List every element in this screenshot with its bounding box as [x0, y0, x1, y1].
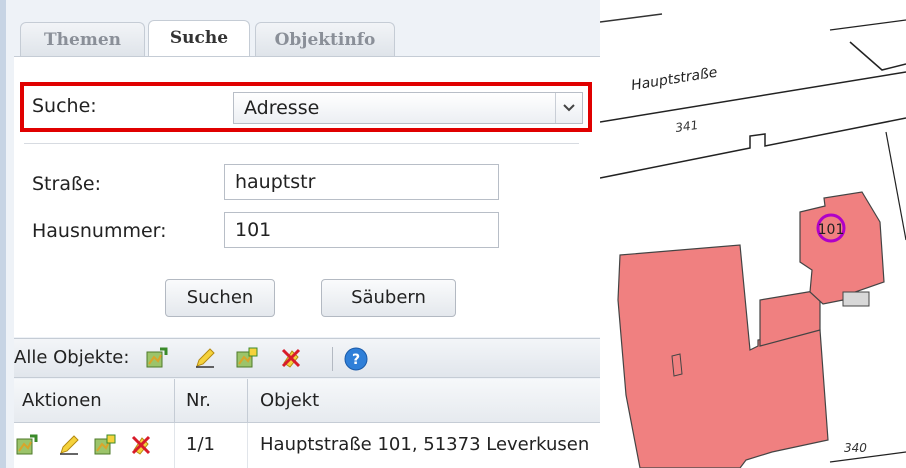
column-divider: [174, 379, 175, 423]
parcel-line: [600, 13, 663, 23]
search-type-select[interactable]: Adresse: [233, 92, 583, 124]
tab-themen[interactable]: Themen: [20, 22, 145, 56]
column-header-nr[interactable]: Nr.: [186, 390, 211, 411]
svg-text:?: ?: [352, 352, 360, 368]
search-type-label: Suche:: [32, 95, 97, 117]
parcel-line: [849, 41, 906, 71]
parcel-number-label: 341: [674, 118, 699, 135]
edit-pencil-icon[interactable]: [194, 347, 216, 369]
building[interactable]: [617, 244, 829, 468]
parcel-line: [829, 19, 906, 31]
search-form: Suche: Adresse Straße: hauptstr Hausnumm…: [14, 56, 600, 337]
objects-toolbar: Alle Objekte: ?: [14, 338, 600, 378]
zoom-to-map-icon[interactable]: [146, 347, 168, 369]
housenumber-label: Hausnummer:: [32, 220, 167, 242]
parcel-number-label: 340: [844, 441, 867, 455]
tab-suche[interactable]: Suche: [148, 20, 250, 57]
street-input[interactable]: hauptstr: [224, 164, 499, 200]
housenumber-input[interactable]: 101: [224, 212, 499, 248]
column-header-aktionen[interactable]: Aktionen: [22, 390, 102, 411]
search-panel: Themen Suche Objektinfo Suche: Adresse S…: [0, 0, 600, 468]
table-row[interactable]: 1/1 Hauptstraße 101, 51373 Leverkusen: [14, 423, 600, 468]
chevron-down-icon[interactable]: [555, 93, 582, 123]
tab-objektinfo[interactable]: Objektinfo: [255, 22, 395, 56]
marker-house-number: 101: [818, 222, 845, 238]
column-divider: [247, 423, 248, 468]
delete-icon[interactable]: [130, 434, 152, 456]
map-select-icon[interactable]: [94, 434, 116, 456]
column-divider: [174, 423, 175, 468]
clear-button[interactable]: Säubern: [321, 279, 456, 317]
search-type-value: Adresse: [244, 97, 320, 119]
parcel-line: [829, 451, 906, 463]
map-view[interactable]: Hauptstraße 341 340 101: [600, 0, 906, 468]
search-type-highlight: Suche: Adresse: [20, 82, 592, 132]
edit-pencil-icon[interactable]: [58, 434, 80, 456]
street-label: Straße:: [32, 173, 102, 195]
search-button[interactable]: Suchen: [165, 279, 275, 317]
parcel-line: [885, 131, 906, 241]
building-detail: [671, 353, 683, 377]
help-icon[interactable]: ?: [344, 347, 368, 371]
delete-icon[interactable]: [280, 347, 302, 369]
cadastral-map[interactable]: Hauptstraße 341 340 101: [600, 0, 906, 468]
building-highlighted[interactable]: [799, 191, 885, 305]
panel-left-border: [0, 0, 6, 468]
zoom-to-map-icon[interactable]: [16, 434, 38, 456]
street-line: [600, 117, 906, 179]
all-objects-label: Alle Objekte:: [14, 347, 130, 368]
toolbar-separator: [332, 347, 333, 371]
street-name-label: Hauptstraße: [630, 65, 718, 94]
result-nr: 1/1: [186, 434, 215, 455]
result-objekt: Hauptstraße 101, 51373 Leverkusen: [260, 434, 590, 455]
form-divider: [24, 143, 579, 144]
column-divider: [247, 379, 248, 423]
building-annex: [842, 291, 870, 307]
column-header-objekt[interactable]: Objekt: [260, 390, 319, 411]
panel-content: Themen Suche Objektinfo Suche: Adresse S…: [14, 0, 600, 468]
map-select-icon[interactable]: [236, 347, 258, 369]
results-header: Aktionen Nr. Objekt: [14, 379, 600, 423]
